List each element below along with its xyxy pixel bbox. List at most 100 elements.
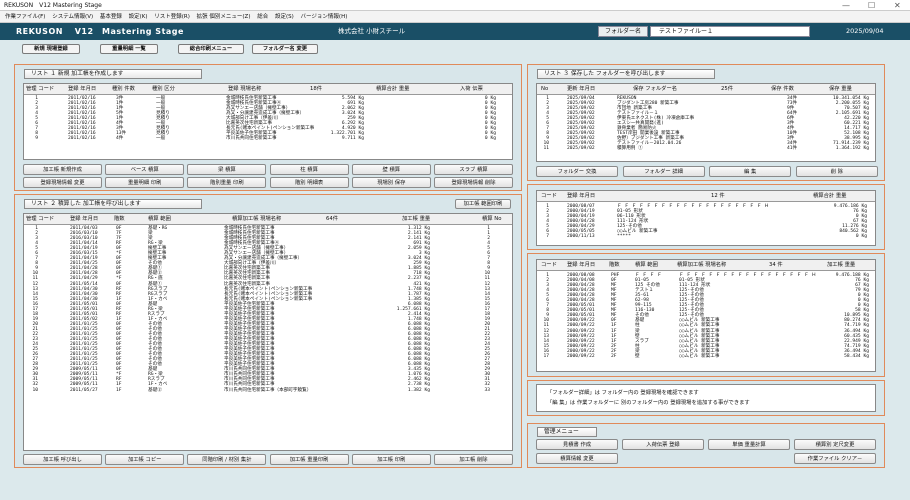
list4-header: コード 登録 年月日 12 件 積算合計 重量 [537, 191, 875, 202]
list5-rows: 1 2000/08/08 PHF Ｆ Ｆ Ｆ ＦＦ Ｆ Ｆ Ｆ Ｆ Ｆ Ｆ Ｆ Ｆ Ｆ… [537, 273, 875, 359]
menu-item[interactable]: 作業ファイル(F) [5, 14, 45, 20]
action-button[interactable]: 重量明細 印刷 [105, 177, 185, 188]
col-header: 12 件 [711, 193, 725, 199]
maximize-icon[interactable]: ☐ [868, 0, 875, 11]
list2-table[interactable]: 管理 コード 登録 年月日 階数 積算 範囲 積算加工帳 現場名称 64件 加工… [23, 213, 513, 451]
action-button[interactable]: 階別 明細表 [269, 177, 349, 188]
list5-header: コード 登録 年月日 階数 積算 範囲 積算加工帳 現場名称 34 件 加工帳 … [537, 260, 875, 271]
col-header: 18件 [310, 86, 323, 92]
current-date: 2025/09/04 [846, 27, 884, 35]
col-header: No [541, 86, 549, 92]
action-button[interactable]: フォルダー 交換 [536, 166, 618, 177]
help-notes: 「フォルダー詳細」は フォルダー内の 登録現場を確認できます 「編 集」は 作業… [536, 384, 876, 412]
weight-list-button[interactable]: 重量明細 一覧 [100, 44, 158, 54]
notes-panel: 「フォルダー詳細」は フォルダー内の 登録現場を確認できます 「編 集」は 作業… [527, 380, 885, 416]
list1-header: 管理 コード 登録 年月日 種別 件数 種別 区分 登録 現場名称 18件 積算… [24, 84, 512, 95]
col-header: 階数 [114, 216, 125, 222]
action-button[interactable]: 同階印刷 / 材別 集計 [187, 454, 267, 465]
action-button[interactable]: スラブ 積算 [434, 164, 513, 175]
menu-item[interactable]: 設定(K) [129, 14, 148, 20]
folder-name-field[interactable]: テストファイルー１ [650, 26, 810, 37]
table-cell: 2011/02/16 [68, 136, 96, 142]
menu-item[interactable]: リスト登録(R) [154, 14, 190, 20]
list3-table[interactable]: No 更新 年月日 保存 フォルダー名 25件 保存 件数 保存 重量 1 202… [536, 83, 876, 162]
note-line: 「編 集」は 作業フォルダーに 別のフォルダー内の 登録現場を追加する事ができま… [547, 400, 750, 406]
list2-panel: リスト ２ 積算した 加工帳を呼び出します 加工帳 範囲印刷 管理 コード 登録… [14, 194, 522, 468]
col-header: コード [541, 193, 557, 199]
menu-item[interactable]: バージョン情報(H) [301, 14, 348, 20]
action-button[interactable]: 編 集 [709, 166, 792, 177]
table-cell: 一般 [156, 136, 166, 142]
action-button[interactable]: 加工帳 重量印刷 [269, 454, 349, 465]
list4-table[interactable]: コード 登録 年月日 12 件 積算合計 重量 1 2000/08/07 Ｆ Ｆ Ｆ… [536, 190, 876, 246]
table-cell: 11 [543, 146, 549, 152]
company-name: 株式会社 小財スチール [338, 27, 406, 35]
list4-panel: コード 登録 年月日 12 件 積算合計 重量 1 2000/08/07 Ｆ Ｆ Ｆ… [527, 184, 885, 250]
action-button[interactable]: 階別重量 印刷 [187, 177, 267, 188]
menu-item[interactable]: 拡張 個別メニュー(Z) [197, 14, 251, 20]
note-line: 「フォルダー詳細」は フォルダー内の 登録現場を確認できます [547, 390, 699, 396]
table-row[interactable]: 17 2000/09/22 2F 壁 ○○ムビル 新築工事 58.434 Kg [537, 354, 875, 359]
rename-folder-button[interactable]: フォルダー名 変更 [252, 44, 318, 54]
col-header: 保存 フォルダー名 [633, 86, 678, 92]
action-button[interactable]: 加工帳 コピー [105, 454, 185, 465]
table-row[interactable]: 9 2011/02/16 4件 一般 市川氏共同住宅新築工事 9.711 Kg 0 Kg [24, 136, 512, 141]
action-button[interactable]: フォルダー 詳細 [622, 166, 705, 177]
action-button[interactable]: 現場別 保存 [351, 177, 431, 188]
list1-table[interactable]: 管理 コード 登録 年月日 種別 件数 種別 区分 登録 現場名称 18件 積算… [23, 83, 513, 160]
col-header: 保存 件数 [771, 86, 794, 92]
action-button[interactable]: 柱 積算 [269, 164, 349, 175]
table-cell: 2025/09/02 [567, 146, 595, 152]
receipt-button[interactable]: 入荷伝票 登録 [622, 439, 704, 450]
range-print-button[interactable]: 加工帳 範囲印刷 [455, 199, 511, 209]
col-header: 登録 年月日 [70, 216, 99, 222]
menu-item[interactable]: システム情報(V) [52, 14, 93, 20]
list1-title: リスト １ 新規 加工帳を作成します [24, 69, 202, 79]
action-button[interactable]: 加工帳 削除 [434, 454, 513, 465]
menu-item[interactable]: 総合 [257, 14, 268, 20]
action-button[interactable]: ベース 積算 [105, 164, 185, 175]
close-icon[interactable]: ✕ [894, 0, 901, 11]
action-button[interactable]: 加工帳 呼び出し [23, 454, 102, 465]
table-row[interactable]: 10 2011/05/27 1F 基礎② 市川氏共同住宅新築工事（本部町字饒覧） 1.38… [24, 388, 512, 393]
list3-rows: 1 2025/09/04 REKUSON 34件 10.341.054 Kg 2 2025/… [537, 96, 875, 152]
action-button[interactable]: 削 除 [795, 166, 878, 177]
col-header: 64件 [326, 216, 339, 222]
estimate-info-button[interactable]: 積算情報 変更 [536, 453, 618, 464]
table-row[interactable]: 7 2000/11/13 ***** 0 Kg [537, 234, 875, 239]
action-button[interactable]: 登録現場情報 削除 [434, 177, 513, 188]
action-button[interactable]: 加工帳 新規作成 [23, 164, 102, 175]
table-cell: 0 Kg [855, 234, 867, 240]
minimize-icon[interactable]: — [842, 0, 850, 11]
col-header: 積算加工帳 現場名称 [677, 262, 727, 268]
action-button[interactable]: 加工帳 印刷 [351, 454, 431, 465]
clear-workfile-button[interactable]: 作業ファイル クリア－ [794, 453, 876, 464]
table-row[interactable]: 11 2025/09/02 積算用例 ① 41件 1.364.192 Kg [537, 146, 875, 151]
action-button[interactable]: 壁 積算 [351, 164, 431, 175]
menu-item[interactable]: 設定(S) [275, 14, 294, 20]
col-header: 積算合計 重量 [376, 86, 410, 92]
col-header: 登録 年月日 [567, 193, 596, 199]
window-title: REKUSON V12 Mastering Stage [4, 2, 102, 9]
col-header: コード [541, 262, 557, 268]
length-change-button[interactable]: 積算別 定尺変更 [794, 439, 876, 450]
estimate-button[interactable]: 見積書 作成 [536, 439, 618, 450]
col-header: 更新 年月日 [567, 86, 596, 92]
new-site-button[interactable]: 新規 現場登録 [22, 44, 80, 54]
col-header: 積算 No [482, 216, 502, 222]
list4-rows: 1 2000/08/07 Ｆ Ｆ Ｆ Ｆ Ｆ Ｆ Ｆ Ｆ Ｆ Ｆ Ｆ Ｆ Ｆ Ｆ Ｆ… [537, 204, 875, 239]
menu-item[interactable]: 基本登録 [100, 14, 122, 20]
window-titlebar: REKUSON V12 Mastering Stage — ☐ ✕ [0, 0, 910, 11]
print-menu-button[interactable]: 総合印刷メニュー [178, 44, 244, 54]
unit-weight-button[interactable]: 単価 重量計算 [708, 439, 790, 450]
table-cell: ***** [617, 234, 631, 240]
col-header: 加工帳 重量 [827, 262, 856, 268]
table-cell: 0 Kg [484, 136, 496, 142]
table-cell: 積算用例 ① [617, 146, 643, 152]
list2-rows: 1 2011/04/03 0F 基礎・RG 金城時枝氏住宅新築工事 1.312 Kg 1 2 2… [24, 226, 512, 393]
action-button[interactable]: 登録現場情報 変更 [23, 177, 102, 188]
list5-table[interactable]: コード 登録 年月日 階数 積算 範囲 積算加工帳 現場名称 34 件 加工帳 … [536, 259, 876, 372]
action-button[interactable]: 梁 積算 [187, 164, 267, 175]
list3-header: No 更新 年月日 保存 フォルダー名 25件 保存 件数 保存 重量 [537, 84, 875, 95]
table-cell: 9 [35, 136, 38, 142]
